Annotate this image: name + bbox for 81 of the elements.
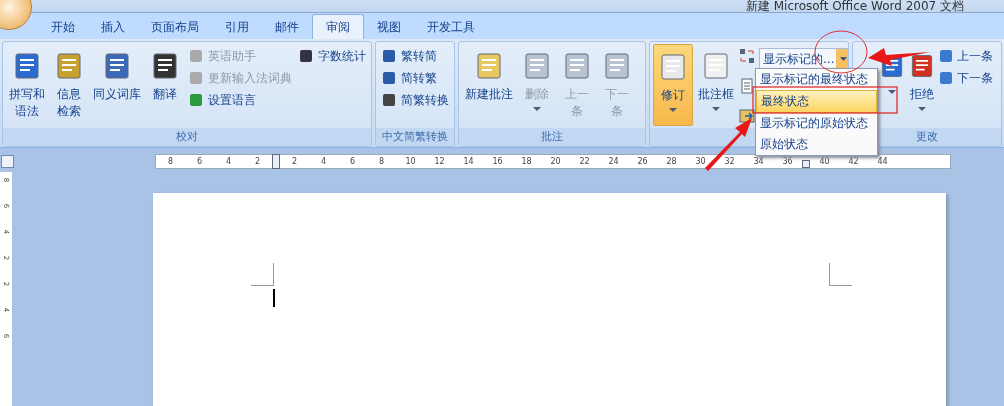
menu-item[interactable]: 显示标记的最终状态	[756, 69, 877, 90]
tab-selector[interactable]	[1, 154, 14, 168]
ruler-number: 14	[462, 156, 475, 166]
ruler-number: 4	[224, 156, 233, 166]
margin-corner	[829, 263, 852, 286]
ruler-number: 32	[723, 156, 736, 166]
ribbon-tab[interactable]: 审阅	[312, 14, 364, 39]
arrow-annotation	[868, 48, 930, 66]
ruler-number: 12	[433, 156, 446, 166]
ruler-number: 10	[404, 156, 417, 166]
ribbon-tab[interactable]: 插入	[88, 15, 138, 39]
arrow-annotation	[705, 118, 752, 171]
indent-marker[interactable]	[272, 153, 280, 169]
ruler-number: 2	[290, 156, 299, 166]
ribbon-tab[interactable]: 页面布局	[138, 15, 212, 39]
ribbon-tab[interactable]: 开始	[38, 15, 88, 39]
caret-icon	[918, 107, 926, 111]
ribbon-button[interactable]: 修订	[653, 44, 693, 126]
window-title: 新建 Microsoft Office Word 2007 文档	[745, 0, 964, 12]
ribbon-icon	[188, 70, 204, 86]
ribbon-button[interactable]: 下一条	[938, 68, 993, 88]
ruler-number: 22	[578, 156, 591, 166]
ribbon-icon	[381, 70, 397, 86]
ruler-number: 8	[166, 156, 175, 166]
ribbon-button[interactable]: 字数统计	[296, 46, 368, 66]
caret-icon	[533, 107, 541, 111]
ruler-number: 36	[781, 156, 794, 166]
ribbon-icon	[938, 70, 954, 86]
ribbon-button[interactable]: 设置语言	[186, 90, 294, 110]
ruler-number: 34	[752, 156, 765, 166]
ribbon-tab[interactable]: 引用	[212, 15, 262, 39]
ribbon-button[interactable]: 繁转简	[379, 46, 451, 66]
horizontal-ruler[interactable]: 8 6 4 2 2 4 6 8 10 12 14 16 18 20 22 24 26 28 30 32 34 36 40 42 44	[155, 153, 951, 169]
ribbon-button[interactable]: 简转繁	[379, 68, 451, 88]
ribbon-button[interactable]: 批注框	[695, 44, 737, 126]
ruler-number: 16	[491, 156, 504, 166]
text-cursor	[273, 289, 275, 307]
ribbon-button[interactable]: 上一条	[938, 46, 993, 66]
ribbon-button[interactable]: 新建批注	[462, 44, 516, 126]
ribbon-tab[interactable]: 视图	[364, 15, 414, 39]
ruler-number: 40	[818, 156, 831, 166]
ruler-number: 6	[195, 156, 204, 166]
ribbon-icon	[188, 48, 204, 64]
caret-icon	[839, 57, 847, 61]
ruler-number: 26	[636, 156, 649, 166]
margin-corner	[251, 263, 274, 286]
ribbon-button[interactable]: 拼写和语法	[6, 44, 48, 126]
ribbon-button[interactable]: 同义词库	[90, 44, 144, 126]
ribbon-icon	[381, 92, 397, 108]
ruler-number: 18	[520, 156, 533, 166]
ribbon-icon	[188, 92, 204, 108]
ribbon-button[interactable]: 翻译	[146, 44, 184, 126]
ruler-number: 4	[319, 156, 328, 166]
group-label: 校对	[3, 128, 371, 146]
menu-item[interactable]: 最终状态	[756, 90, 877, 113]
caret-icon	[712, 107, 720, 111]
group-label: 中文简繁转换	[376, 128, 454, 146]
ruler-number: 42	[847, 156, 860, 166]
ruler-number: 20	[549, 156, 562, 166]
ribbon-icon	[381, 48, 397, 64]
indent-marker[interactable]	[802, 159, 810, 168]
caret-icon	[888, 90, 896, 94]
ribbon-icon	[298, 48, 314, 64]
ruler-number: 8	[377, 156, 386, 166]
group-label: 批注	[459, 128, 645, 146]
ruler-number: 2	[253, 156, 262, 166]
ruler-number: 30	[694, 156, 707, 166]
markup-icon[interactable]	[739, 48, 755, 64]
ruler-number: 24	[607, 156, 620, 166]
pane-icon[interactable]	[739, 108, 755, 124]
ribbon-button[interactable]: 拒绝	[908, 44, 936, 126]
ruler-number: 6	[348, 156, 357, 166]
ribbon-tab[interactable]: 邮件	[262, 15, 312, 39]
ribbon-button[interactable]: 简繁转换	[379, 90, 451, 110]
ruler-number: 44	[876, 156, 889, 166]
document-icon[interactable]	[739, 78, 755, 94]
ruler-number: 28	[665, 156, 678, 166]
ribbon-button[interactable]: 信息检索	[50, 44, 88, 126]
ribbon-icon	[938, 48, 954, 64]
ribbon-tab[interactable]: 开发工具	[414, 15, 488, 39]
caret-icon	[669, 108, 677, 112]
